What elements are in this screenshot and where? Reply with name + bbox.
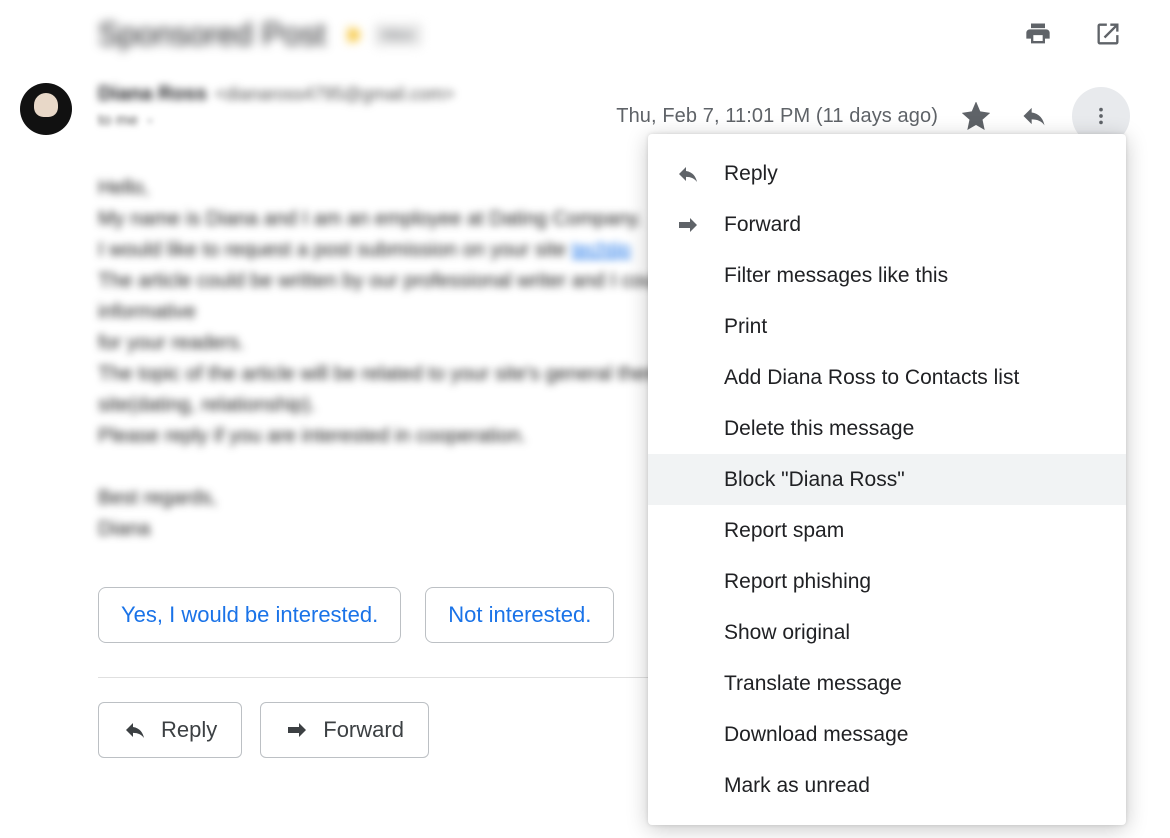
- importance-icon: [344, 25, 364, 45]
- subject-text: Sponsored Post: [98, 16, 326, 53]
- category-chip[interactable]: Inbox: [374, 23, 422, 47]
- menu-item-label: Block "Diana Ross": [724, 468, 905, 492]
- chevron-down-icon[interactable]: [144, 115, 156, 127]
- forward-button[interactable]: Forward: [260, 702, 429, 758]
- menu-item-7[interactable]: Report spam: [648, 505, 1126, 556]
- menu-item-label: Reply: [724, 162, 778, 186]
- menu-item-label: Add Diana Ross to Contacts list: [724, 366, 1019, 390]
- menu-item-2[interactable]: Filter messages like this: [648, 250, 1126, 301]
- menu-item-12[interactable]: Mark as unread: [648, 760, 1126, 811]
- smart-reply-2[interactable]: Not interested.: [425, 587, 614, 643]
- smart-reply-1[interactable]: Yes, I would be interested.: [98, 587, 401, 643]
- menu-item-label: Mark as unread: [724, 774, 870, 798]
- reply-arrow-icon: [123, 718, 147, 742]
- divider: [98, 677, 658, 678]
- menu-item-11[interactable]: Download message: [648, 709, 1126, 760]
- menu-item-1[interactable]: Forward: [648, 199, 1126, 250]
- menu-item-0[interactable]: Reply: [648, 148, 1126, 199]
- reply-icon[interactable]: [1014, 96, 1054, 136]
- subject-row: Sponsored Post Inbox: [20, 10, 1130, 71]
- recipient-text: to me: [98, 112, 138, 130]
- menu-item-label: Forward: [724, 213, 801, 237]
- menu-item-4[interactable]: Add Diana Ross to Contacts list: [648, 352, 1126, 403]
- menu-item-label: Translate message: [724, 672, 902, 696]
- menu-item-label: Print: [724, 315, 767, 339]
- category-label: Inbox: [382, 27, 414, 42]
- timestamp: Thu, Feb 7, 11:01 PM (11 days ago): [616, 105, 938, 128]
- menu-item-label: Download message: [724, 723, 908, 747]
- reply-label: Reply: [161, 717, 217, 743]
- menu-item-label: Delete this message: [724, 417, 914, 441]
- menu-item-label: Report spam: [724, 519, 844, 543]
- menu-item-label: Show original: [724, 621, 850, 645]
- menu-item-label: Filter messages like this: [724, 264, 948, 288]
- reply-button[interactable]: Reply: [98, 702, 242, 758]
- more-actions-menu: Reply Forward Filter messages like this Pri…: [648, 134, 1126, 825]
- forward-icon: [676, 213, 700, 237]
- menu-item-6[interactable]: Block "Diana Ross": [648, 454, 1126, 505]
- star-icon[interactable]: [956, 96, 996, 136]
- forward-arrow-icon: [285, 718, 309, 742]
- forward-label: Forward: [323, 717, 404, 743]
- menu-item-8[interactable]: Report phishing: [648, 556, 1126, 607]
- menu-item-10[interactable]: Translate message: [648, 658, 1126, 709]
- menu-item-5[interactable]: Delete this message: [648, 403, 1126, 454]
- avatar: [20, 83, 72, 135]
- more-vert-icon: [1090, 105, 1112, 127]
- sender-name: Diana Ross: [98, 83, 207, 106]
- reply-icon: [676, 162, 700, 186]
- menu-item-3[interactable]: Print: [648, 301, 1126, 352]
- sender-email: <dianaross4795@gmail.com>: [215, 84, 454, 105]
- menu-item-label: Report phishing: [724, 570, 871, 594]
- menu-item-9[interactable]: Show original: [648, 607, 1126, 658]
